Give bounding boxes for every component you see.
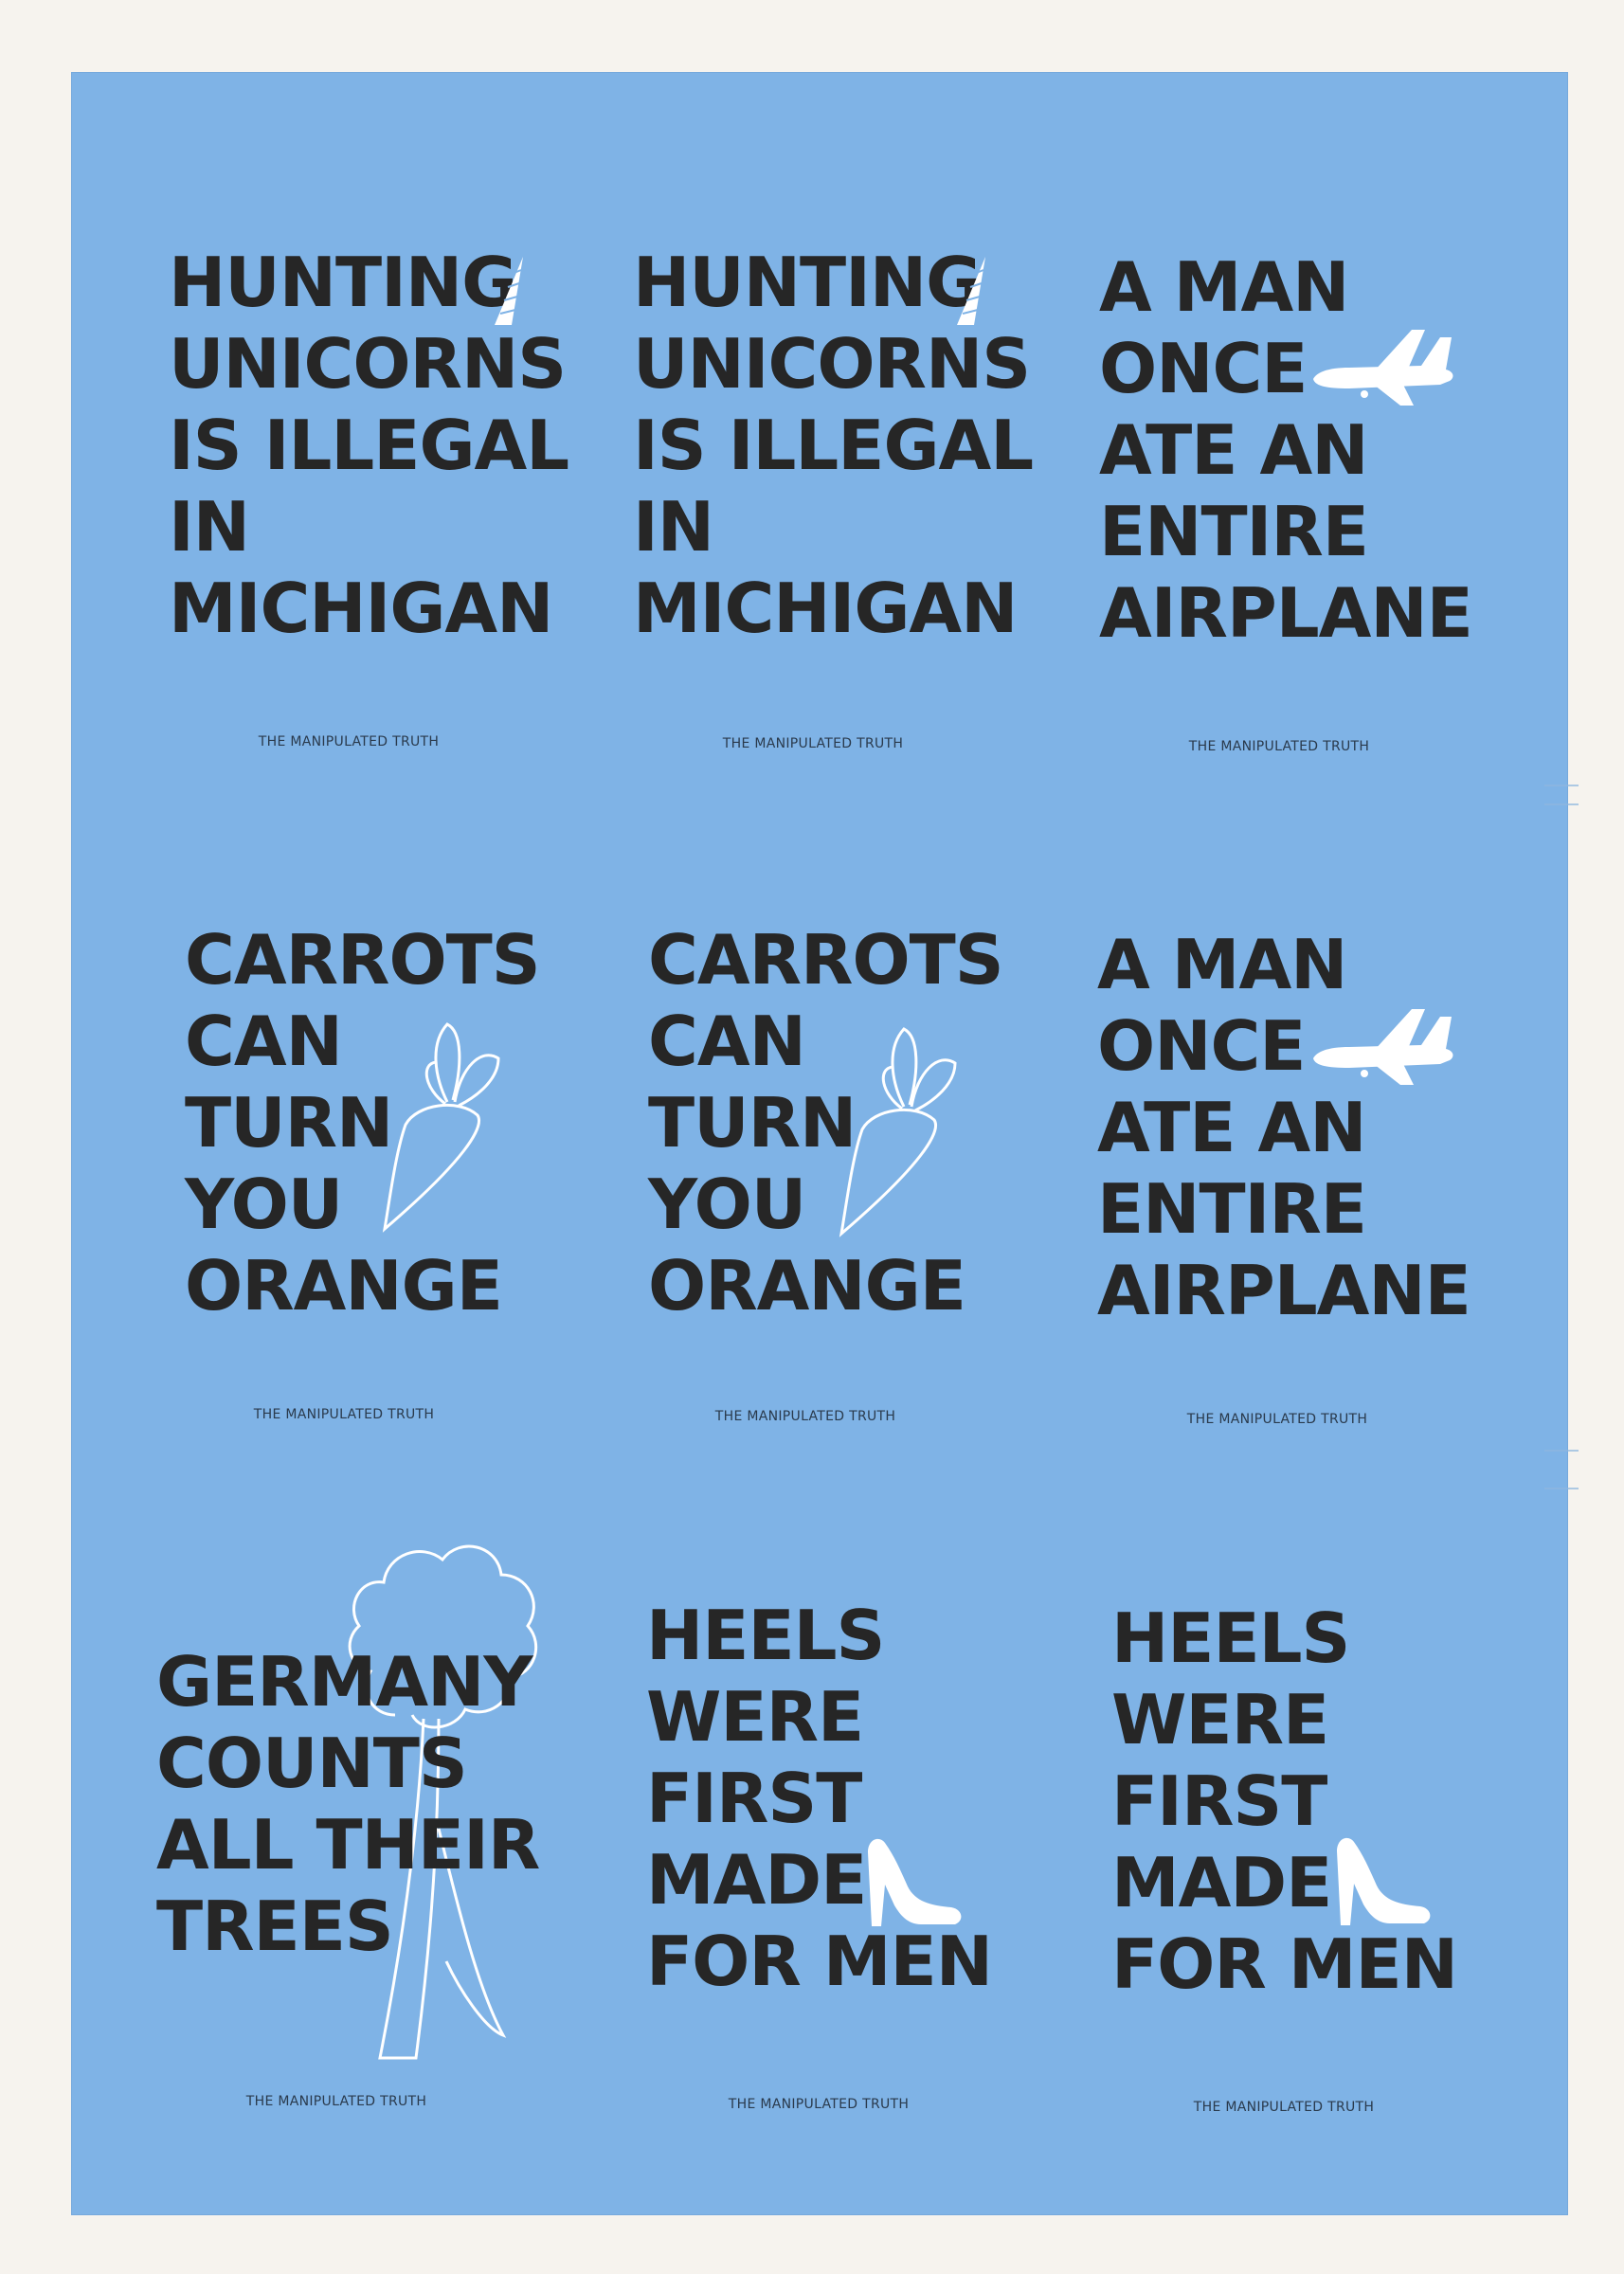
high-heel-icon xyxy=(868,1838,962,1926)
carrot-icon xyxy=(839,1027,957,1237)
card-footer: THE MANIPULATED TRUTH xyxy=(1188,739,1370,754)
card-carrots-1: CARROTS CAN TURN YOU ORANGE THE MANIPULA… xyxy=(185,919,640,1525)
card-footer: THE MANIPULATED TRUTH xyxy=(728,2097,910,2112)
card-heels-2: HEELS WERE FIRST MADE FOR MEN THE MANIPU… xyxy=(1111,1597,1566,2204)
airplane-icon xyxy=(1313,330,1453,406)
card-airplane-2: A MAN ONCE ATE AN ENTIRE AIRPLANE THE MA… xyxy=(1097,924,1552,1530)
card-statement: A MAN ONCE ATE AN ENTIRE AIRPLANE xyxy=(1097,925,1471,1330)
card-statement: A MAN ONCE ATE AN ENTIRE AIRPLANE xyxy=(1099,247,1473,653)
unicorn-horn-icon xyxy=(957,257,985,325)
card-footer: THE MANIPULATED TRUTH xyxy=(245,2094,427,2109)
card-trees: GERMANY COUNTS ALL THEIR TREES THE MANIP… xyxy=(156,1516,611,2122)
high-heel-icon xyxy=(1337,1837,1431,1925)
card-airplane-1: A MAN ONCE ATE AN ENTIRE AIRPLANE THE MA… xyxy=(1099,246,1554,853)
card-heels-1: HEELS WERE FIRST MADE FOR MEN THE MANIPU… xyxy=(646,1595,1101,2201)
carrot-icon xyxy=(382,1022,500,1233)
card-footer: THE MANIPULATED TRUTH xyxy=(1193,2100,1375,2115)
card-unicorns-1: HUNTING UNICORNS IS ILLEGAL IN MICHIGAN … xyxy=(169,242,623,848)
card-footer: THE MANIPULATED TRUTH xyxy=(258,734,440,749)
unicorn-horn-icon xyxy=(495,257,523,325)
card-footer: THE MANIPULATED TRUTH xyxy=(722,736,904,751)
airplane-icon xyxy=(1313,1009,1453,1085)
card-carrots-2: CARROTS CAN TURN YOU ORANGE THE MANIPULA… xyxy=(648,919,1103,1525)
card-statement: HEELS WERE FIRST MADE FOR MEN xyxy=(1111,1598,1458,2004)
card-statement: GERMANY COUNTS ALL THEIR TREES xyxy=(156,1642,540,1966)
card-statement: HEELS WERE FIRST MADE FOR MEN xyxy=(646,1596,993,2001)
card-footer: THE MANIPULATED TRUTH xyxy=(714,1409,896,1424)
card-footer: THE MANIPULATED TRUTH xyxy=(253,1407,435,1422)
card-footer: THE MANIPULATED TRUTH xyxy=(1186,1412,1368,1427)
card-unicorns-2: HUNTING UNICORNS IS ILLEGAL IN MICHIGAN … xyxy=(633,242,1088,848)
